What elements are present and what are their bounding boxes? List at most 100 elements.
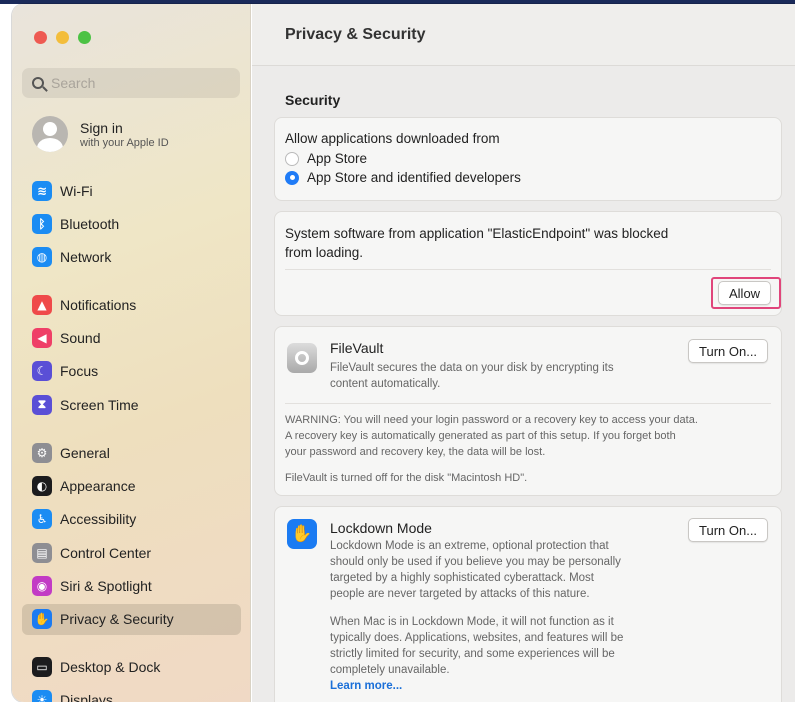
allow-button[interactable]: Allow [718, 281, 772, 305]
speaker-icon: ◀ [32, 327, 52, 348]
sidebar-item-sound[interactable]: ◀ Sound [22, 322, 241, 353]
settings-window: Sign in with your Apple ID ≋ Wi-Fi ᛒ Blu… [12, 4, 795, 702]
radio-label: App Store and identified developers [307, 170, 521, 185]
search-icon [32, 77, 44, 89]
allow-apps-label: Allow applications downloaded from [285, 131, 500, 146]
zoom-window-button[interactable] [78, 31, 91, 44]
wifi-icon: ≋ [32, 180, 52, 201]
description-line: targeted by a highly sophisticated cyber… [330, 572, 595, 584]
sidebar-item-label: Network [60, 249, 112, 266]
radio-button[interactable] [285, 151, 299, 166]
page-title: Privacy & Security [252, 4, 795, 66]
sidebar-item-general[interactable]: ⚙ General [22, 437, 241, 468]
description-line: FileVault secures the data on your disk … [330, 362, 614, 374]
filevault-turn-on-button[interactable]: Turn On... [688, 339, 769, 363]
sidebar-group-system: ⚙ General ◐ Appearance ♿ Accessibility ▤… [22, 437, 241, 637]
appearance-icon: ◐ [32, 475, 52, 496]
learn-more-link[interactable]: Learn more... [330, 678, 623, 694]
bluetooth-icon: ᛒ [32, 213, 52, 234]
hand-icon: ✋ [287, 519, 317, 549]
filevault-description: FileVault secures the data on your disk … [330, 360, 614, 392]
description-line: content automatically. [330, 378, 441, 390]
blocked-software-card: System software from application "Elasti… [274, 211, 782, 316]
gear-icon: ⚙ [32, 442, 52, 463]
apple-id-signin[interactable]: Sign in with your Apple ID [32, 116, 169, 152]
section-heading-security: Security [285, 92, 341, 108]
filevault-status: FileVault is turned off for the disk "Ma… [285, 472, 528, 484]
warning-line: WARNING: You will need your login passwo… [285, 414, 698, 426]
divider [285, 269, 771, 270]
description-line: typically does. Applications, websites, … [330, 632, 624, 644]
display-icon: ☀ [32, 689, 52, 702]
avatar [32, 116, 68, 152]
sidebar-group-connectivity: ≋ Wi-Fi ᛒ Bluetooth ◍ Network [22, 175, 241, 275]
sidebar: Sign in with your Apple ID ≋ Wi-Fi ᛒ Blu… [12, 4, 251, 702]
sidebar-item-label: Siri & Spotlight [60, 578, 152, 595]
hourglass-icon: ⧗ [32, 394, 52, 415]
sidebar-item-control-center[interactable]: ▤ Control Center [22, 537, 241, 568]
sidebar-item-accessibility[interactable]: ♿ Accessibility [22, 504, 241, 535]
search-input[interactable] [51, 75, 221, 91]
lockdown-description: Lockdown Mode is an extreme, optional pr… [330, 538, 623, 694]
radio-app-store-identified[interactable]: App Store and identified developers [285, 170, 771, 185]
apple-id-title: Sign in [80, 119, 123, 136]
lockdown-turn-on-button[interactable]: Turn On... [688, 518, 769, 542]
sidebar-item-label: Control Center [60, 544, 152, 561]
sidebar-item-bluetooth[interactable]: ᛒ Bluetooth [22, 208, 241, 239]
sidebar-item-label: Privacy & Security [60, 611, 174, 628]
blocked-message: System software from application "Elasti… [285, 224, 668, 262]
filevault-warning: WARNING: You will need your login passwo… [285, 412, 698, 460]
radio-app-store[interactable]: App Store [285, 151, 771, 166]
sidebar-item-wifi[interactable]: ≋ Wi-Fi [22, 175, 241, 206]
bell-icon: ▲ [32, 294, 52, 315]
dock-icon: ▭ [32, 656, 52, 677]
siri-icon: ◉ [32, 576, 52, 597]
sidebar-item-focus[interactable]: ☾ Focus [22, 356, 241, 387]
sidebar-item-notifications[interactable]: ▲ Notifications [22, 289, 241, 320]
sidebar-item-label: Focus [60, 363, 99, 380]
search-field[interactable] [22, 68, 240, 98]
sidebar-group-desktop: ▭ Desktop & Dock ☀ Displays [22, 651, 241, 702]
sidebar-item-label: Screen Time [60, 396, 139, 413]
sidebar-item-label: Bluetooth [60, 215, 120, 232]
traffic-lights [34, 31, 91, 44]
sidebar-item-label: Accessibility [60, 511, 137, 528]
accessibility-icon: ♿ [32, 509, 52, 530]
moon-icon: ☾ [32, 361, 52, 382]
sidebar-item-label: Wi-Fi [60, 182, 93, 199]
sidebar-item-label: Displays [60, 691, 113, 702]
description-line: people are never targeted by attacks of … [330, 588, 590, 600]
description-line: Lockdown Mode is an extreme, optional pr… [330, 540, 609, 552]
hand-icon: ✋ [32, 609, 52, 630]
sidebar-item-label: Sound [60, 329, 101, 346]
warning-line: your password and recovery key, the data… [285, 446, 546, 458]
sidebar-item-label: Notifications [60, 296, 137, 313]
sidebar-item-appearance[interactable]: ◐ Appearance [22, 470, 241, 501]
close-window-button[interactable] [34, 31, 47, 44]
control-center-icon: ▤ [32, 542, 52, 563]
description-line: When Mac is in Lockdown Mode, it will no… [330, 616, 614, 628]
apple-id-subtitle: with your Apple ID [80, 136, 169, 149]
filevault-card: FileVault FileVault secures the data on … [274, 326, 782, 496]
sidebar-item-label: Desktop & Dock [60, 658, 161, 675]
main-pane: Privacy & Security Security Allow applic… [252, 4, 795, 702]
minimize-window-button[interactable] [56, 31, 69, 44]
sidebar-item-displays[interactable]: ☀ Displays [22, 684, 241, 702]
sidebar-group-notifications: ▲ Notifications ◀ Sound ☾ Focus ⧗ Screen… [22, 289, 241, 423]
sidebar-item-screen-time[interactable]: ⧗ Screen Time [22, 389, 241, 420]
sidebar-item-privacy-security[interactable]: ✋ Privacy & Security [22, 603, 241, 635]
description-line: strictly limited for security, and some … [330, 648, 615, 660]
sidebar-item-network[interactable]: ◍ Network [22, 242, 241, 273]
sidebar-item-label: General [60, 444, 110, 461]
lockdown-title: Lockdown Mode [330, 520, 432, 536]
radio-button-selected[interactable] [285, 170, 299, 185]
sidebar-item-siri-spotlight[interactable]: ◉ Siri & Spotlight [22, 571, 241, 602]
divider [285, 403, 771, 404]
sidebar-item-desktop-dock[interactable]: ▭ Desktop & Dock [22, 651, 241, 682]
filevault-icon [287, 343, 317, 373]
warning-line: A recovery key is automatically generate… [285, 430, 676, 442]
sidebar-item-label: Appearance [60, 477, 136, 494]
lockdown-card: ✋ Lockdown Mode Lockdown Mode is an extr… [274, 506, 782, 702]
description-line: should only be used if you believe you m… [330, 556, 621, 568]
description-line: completely unavailable. [330, 664, 450, 676]
